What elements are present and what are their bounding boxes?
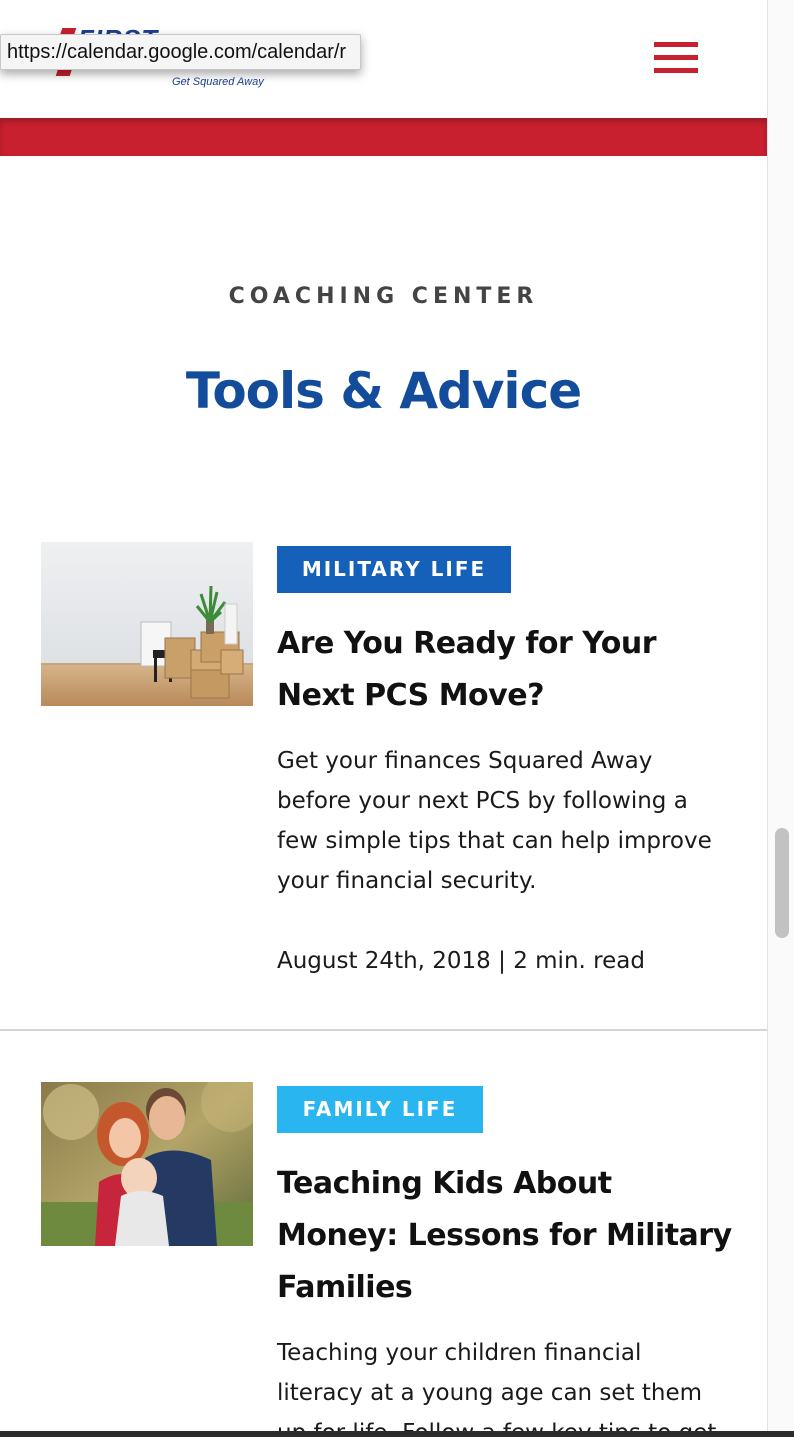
article-excerpt: Get your finances Squared Away before yo…	[277, 748, 712, 894]
hamburger-menu-icon[interactable]	[654, 40, 700, 78]
article-divider	[0, 1029, 767, 1031]
category-badge[interactable]: MILITARY LIFE	[277, 546, 511, 593]
page: FIRST COMMAND Get Squared Away COACHING …	[0, 0, 767, 1437]
family-photo[interactable]	[41, 1082, 253, 1246]
header-accent-band	[0, 118, 767, 156]
article-meta: August 24th, 2018 | 2 min. read	[277, 941, 727, 981]
scrollbar-thumb[interactable]	[775, 828, 789, 938]
meta-separator: |	[498, 948, 506, 974]
article-title[interactable]: Teaching Kids About Money: Lessons for M…	[277, 1158, 737, 1314]
page-title: Tools & Advice	[185, 362, 582, 420]
category-badge[interactable]: FAMILY LIFE	[277, 1086, 483, 1133]
section-eyebrow: COACHING CENTER	[228, 284, 539, 309]
scrollbar-track[interactable]	[767, 0, 794, 1437]
article-excerpt: Teaching your children financial literac…	[277, 1340, 717, 1437]
article-date: August 24th, 2018	[277, 948, 491, 974]
article-read-time: 2 min. read	[513, 948, 645, 974]
moving-boxes-photo[interactable]	[41, 542, 253, 706]
link-url-preview: https://calendar.google.com/calendar/r	[0, 34, 362, 70]
article-title[interactable]: Are You Ready for Your Next PCS Move?	[277, 618, 737, 722]
logo-tagline: Get Squared Away	[172, 76, 264, 88]
window-bottom-edge	[0, 1431, 794, 1437]
